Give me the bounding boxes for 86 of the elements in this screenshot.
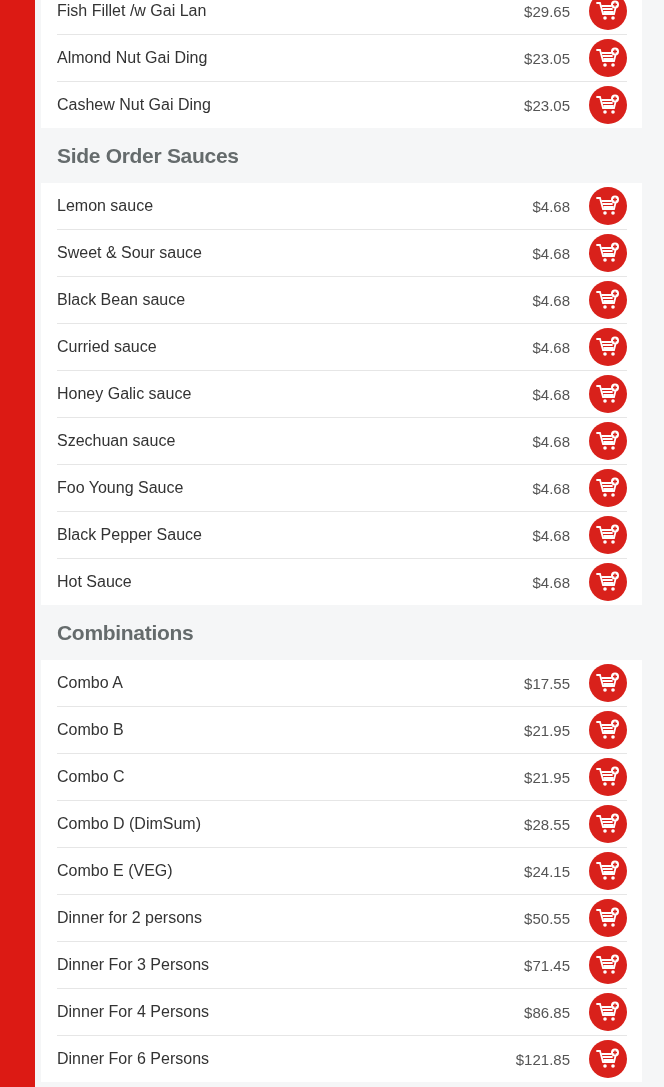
add-to-cart-button[interactable] — [589, 664, 627, 702]
item-price: $4.68 — [532, 573, 570, 591]
add-to-cart-button[interactable] — [589, 375, 627, 413]
item-name: Combo D (DimSum) — [57, 815, 202, 833]
cart-plus-icon — [596, 47, 620, 69]
add-to-cart-button[interactable] — [589, 0, 627, 30]
cart-plus-icon — [596, 336, 620, 358]
cart-plus-icon — [596, 383, 620, 405]
cart-plus-icon — [596, 430, 620, 452]
add-to-cart-button[interactable] — [589, 187, 627, 225]
add-to-cart-button[interactable] — [589, 899, 627, 937]
cart-plus-icon — [596, 195, 620, 217]
item-name: Almond Nut Gai Ding — [57, 49, 209, 67]
item-name: Cashew Nut Gai Ding — [57, 96, 212, 114]
item-price: $71.45 — [524, 956, 570, 974]
item-price: $28.55 — [524, 815, 570, 833]
add-to-cart-button[interactable] — [589, 234, 627, 272]
item-price: $4.68 — [532, 338, 570, 356]
item-name: Fish Fillet /w Gai Lan — [57, 2, 208, 20]
item-name: Sweet & Sour sauce — [57, 244, 203, 262]
cart-plus-icon — [596, 954, 620, 976]
cart-plus-icon — [596, 860, 620, 882]
add-to-cart-button[interactable] — [589, 328, 627, 366]
item-name: Black Bean sauce — [57, 291, 187, 309]
cart-plus-icon — [596, 477, 620, 499]
item-name: Combo A — [57, 674, 124, 692]
add-to-cart-button[interactable] — [589, 946, 627, 984]
add-to-cart-button[interactable] — [589, 711, 627, 749]
item-name: Dinner For 4 Persons — [57, 1003, 211, 1021]
item-price: $29.65 — [524, 2, 570, 20]
item-price: $4.68 — [532, 526, 570, 544]
item-name: Black Pepper Sauce — [57, 526, 203, 544]
item-name: Foo Young Sauce — [57, 479, 185, 497]
add-to-cart-button[interactable] — [589, 422, 627, 460]
item-price: $4.68 — [532, 479, 570, 497]
cart-plus-icon — [596, 1001, 620, 1023]
cart-plus-icon — [596, 1048, 620, 1070]
item-price: $4.68 — [532, 291, 570, 309]
item-price: $21.95 — [524, 768, 570, 786]
item-price: $4.68 — [532, 385, 570, 403]
item-price: $23.05 — [524, 96, 570, 114]
add-to-cart-button[interactable] — [589, 993, 627, 1031]
section-heading: Combinations — [56, 619, 195, 646]
item-price: $23.05 — [524, 49, 570, 67]
add-to-cart-button[interactable] — [589, 1040, 627, 1078]
item-name: Combo B — [57, 721, 125, 739]
cart-plus-icon — [596, 289, 620, 311]
item-price: $21.95 — [524, 721, 570, 739]
item-price: $4.68 — [532, 244, 570, 262]
cart-plus-icon — [596, 719, 620, 741]
item-name: Hot Sauce — [57, 573, 133, 591]
item-name: Curried sauce — [57, 338, 158, 356]
cart-plus-icon — [596, 672, 620, 694]
item-name: Lemon sauce — [57, 197, 155, 215]
item-name: Combo C — [57, 768, 126, 786]
item-name: Combo E (VEG) — [57, 862, 174, 880]
add-to-cart-button[interactable] — [589, 469, 627, 507]
cart-plus-icon — [596, 0, 620, 22]
add-to-cart-button[interactable] — [589, 563, 627, 601]
item-name: Honey Galic sauce — [57, 385, 193, 403]
add-to-cart-button[interactable] — [589, 281, 627, 319]
add-to-cart-button[interactable] — [589, 516, 627, 554]
add-to-cart-button[interactable] — [589, 86, 627, 124]
item-name: Szechuan sauce — [57, 432, 177, 450]
item-price: $121.85 — [515, 1050, 570, 1068]
cart-plus-icon — [596, 94, 620, 116]
add-to-cart-button[interactable] — [589, 805, 627, 843]
item-price: $50.55 — [524, 909, 570, 927]
cart-plus-icon — [596, 813, 620, 835]
item-price: $17.55 — [524, 674, 570, 692]
item-name: Dinner For 6 Persons — [57, 1050, 211, 1068]
cart-plus-icon — [596, 524, 620, 546]
item-price: $86.85 — [524, 1003, 570, 1021]
cart-plus-icon — [596, 571, 620, 593]
item-price: $4.68 — [532, 197, 570, 215]
add-to-cart-button[interactable] — [589, 39, 627, 77]
item-price: $4.68 — [532, 432, 570, 450]
section-heading: Side Order Sauces — [56, 142, 240, 169]
add-to-cart-button[interactable] — [589, 758, 627, 796]
cart-plus-icon — [596, 242, 620, 264]
item-name: Dinner for 2 persons — [57, 909, 203, 927]
item-name: Dinner For 3 Persons — [57, 956, 211, 974]
cart-plus-icon — [596, 907, 620, 929]
item-price: $24.15 — [524, 862, 570, 880]
add-to-cart-button[interactable] — [589, 852, 627, 890]
cart-plus-icon — [596, 766, 620, 788]
